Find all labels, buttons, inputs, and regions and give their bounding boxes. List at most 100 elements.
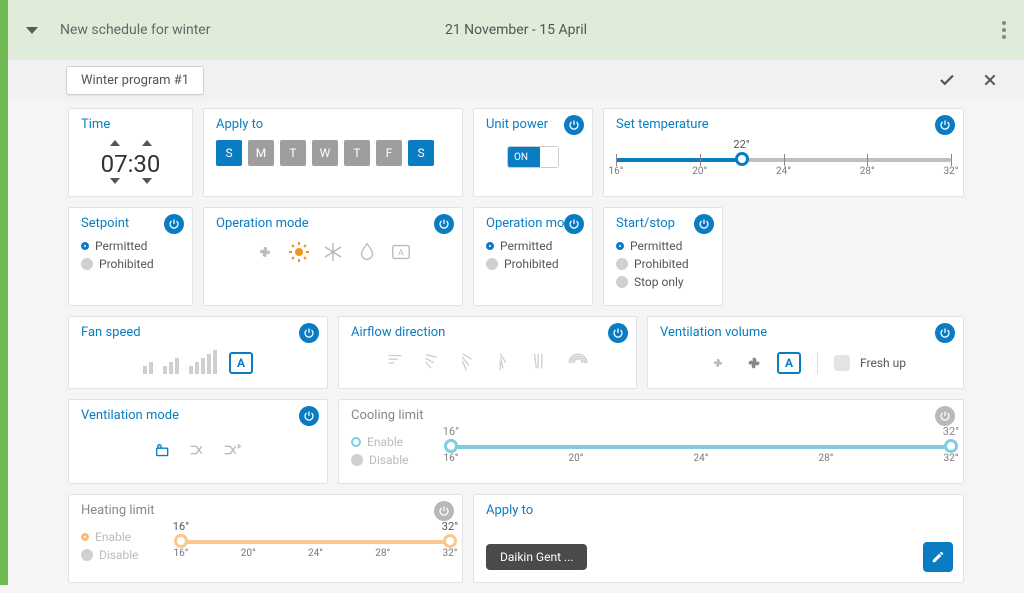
apply-days-title: Apply to — [216, 117, 450, 132]
day-sat[interactable]: S — [408, 140, 434, 166]
day-tue[interactable]: T — [280, 140, 306, 166]
apply-units-title: Apply to — [486, 503, 951, 518]
unit-chip[interactable]: Daikin Gent ... — [486, 544, 587, 570]
fan-auto-icon[interactable]: A — [229, 352, 253, 374]
day-thu[interactable]: T — [344, 140, 370, 166]
setpoint-prohibited[interactable]: Prohibited — [81, 257, 180, 271]
power-icon[interactable] — [694, 214, 714, 234]
op-mode-perm-card: Operation mode Permitted Prohibited — [473, 207, 593, 306]
freshup-label: Fresh up — [860, 356, 906, 370]
heat-mode-icon[interactable] — [286, 239, 312, 265]
min-down-icon[interactable] — [142, 178, 152, 184]
power-icon[interactable] — [434, 214, 454, 234]
unit-power-card: Unit power ON — [473, 108, 593, 197]
set-temp-card: Set temperature 22° 16° 20° 24° 28° 32° — [603, 108, 964, 197]
vent-high-icon[interactable] — [741, 350, 767, 376]
day-fri[interactable]: F — [376, 140, 402, 166]
schedule-title: New schedule for winter — [60, 22, 210, 38]
confirm-button[interactable] — [938, 71, 956, 89]
power-icon[interactable] — [299, 406, 319, 426]
fan-speed-bars[interactable]: A — [81, 350, 315, 374]
power-icon[interactable] — [935, 406, 955, 426]
airflow-title: Airflow direction — [351, 325, 624, 340]
vent-auto-icon[interactable]: A — [777, 352, 801, 374]
heating-limit-card: Heating limit Enable Disable 16° 32° 16°… — [68, 494, 463, 583]
ss-stoponly[interactable]: Stop only — [616, 275, 710, 289]
day-mon[interactable]: M — [248, 140, 274, 166]
cool-thumb-high[interactable] — [944, 439, 958, 453]
time-title: Time — [81, 117, 180, 132]
schedule-date-range: 21 November - 15 April — [445, 22, 587, 38]
power-icon[interactable] — [935, 323, 955, 343]
hour-down-icon[interactable] — [110, 178, 120, 184]
apply-units-card: Apply to Daikin Gent ... — [473, 494, 964, 583]
heating-title: Heating limit — [81, 503, 450, 518]
vent-low-icon[interactable] — [705, 350, 731, 376]
dry-mode-icon[interactable] — [354, 239, 380, 265]
cool-thumb-low[interactable] — [444, 439, 458, 453]
cool-mode-icon[interactable] — [320, 239, 346, 265]
power-icon[interactable] — [164, 214, 184, 234]
program-bar: Winter program #1 — [8, 60, 1024, 100]
freshup-checkbox[interactable] — [834, 355, 850, 371]
op-mode-icons-card: Operation mode A — [203, 207, 463, 306]
set-temp-title: Set temperature — [616, 117, 951, 132]
ss-permitted[interactable]: Permitted — [616, 239, 710, 253]
op-mode-title: Operation mode — [216, 216, 450, 231]
day-wed[interactable]: W — [312, 140, 338, 166]
day-sun[interactable]: S — [216, 140, 242, 166]
time-value: 07:30 — [81, 150, 180, 178]
vent-mode-3-icon[interactable] — [219, 437, 245, 463]
power-icon[interactable] — [299, 323, 319, 343]
vent-mode-1-icon[interactable]: A — [151, 437, 177, 463]
cancel-button[interactable] — [982, 72, 998, 88]
power-icon[interactable] — [935, 115, 955, 135]
cooling-limit-card: Cooling limit Enable Disable 16° 32° 16°… — [338, 399, 964, 484]
toggle-on-label: ON — [508, 147, 540, 167]
fan-speed-title: Fan speed — [81, 325, 315, 340]
program-tab[interactable]: Winter program #1 — [66, 66, 204, 95]
opmode-prohibited[interactable]: Prohibited — [486, 257, 580, 271]
heat-disable[interactable]: Disable — [81, 548, 171, 562]
heat-thumb-high[interactable] — [443, 534, 457, 548]
setpoint-card: Setpoint Permitted Prohibited — [68, 207, 193, 306]
heat-enable[interactable]: Enable — [81, 530, 171, 544]
vent-volume-title: Ventilation volume — [660, 325, 951, 340]
startstop-card: Start/stop Permitted Prohibited Stop onl… — [603, 207, 723, 306]
opmode-permitted[interactable]: Permitted — [486, 239, 580, 253]
hour-up-icon[interactable] — [110, 140, 120, 146]
temp-slider[interactable]: 22° 16° 20° 24° 28° 32° — [616, 144, 951, 178]
cooling-title: Cooling limit — [351, 408, 951, 423]
vent-volume-card: Ventilation volume A Fresh up — [647, 316, 964, 389]
ss-prohibited[interactable]: Prohibited — [616, 257, 710, 271]
heat-thumb-low[interactable] — [174, 534, 188, 548]
power-icon[interactable] — [434, 501, 454, 521]
fan-speed-card: Fan speed A — [68, 316, 328, 389]
cool-disable[interactable]: Disable — [351, 453, 441, 467]
vent-mode-2-icon[interactable] — [185, 437, 211, 463]
cool-enable[interactable]: Enable — [351, 435, 441, 449]
schedule-header: New schedule for winter 21 November - 15… — [8, 0, 1024, 60]
svg-text:A: A — [158, 444, 161, 450]
collapse-arrow-icon[interactable] — [26, 27, 38, 34]
slider-thumb[interactable] — [735, 152, 749, 166]
cool-slider[interactable]: 16° 32° 16° 20° 24° 28° 32° — [451, 431, 951, 465]
min-up-icon[interactable] — [142, 140, 152, 146]
power-icon[interactable] — [564, 115, 584, 135]
vent-mode-card: Ventilation mode A — [68, 399, 328, 484]
power-icon[interactable] — [564, 214, 584, 234]
heat-slider[interactable]: 16° 32° 16° 20° 24° 28° 32° — [181, 526, 450, 560]
power-toggle[interactable]: ON — [507, 146, 559, 168]
setpoint-permitted[interactable]: Permitted — [81, 239, 180, 253]
airflow-icons[interactable] — [351, 350, 624, 376]
auto-mode-icon[interactable]: A — [388, 239, 414, 265]
temp-value: 22° — [733, 138, 749, 151]
power-icon[interactable] — [608, 323, 628, 343]
time-card: Time 07:30 — [68, 108, 193, 197]
edit-button[interactable] — [923, 542, 953, 572]
more-menu-icon[interactable] — [1002, 21, 1006, 39]
apply-days-card: Apply to S M T W T F S — [203, 108, 463, 197]
fan-mode-icon[interactable] — [252, 239, 278, 265]
svg-text:A: A — [398, 249, 404, 259]
vent-mode-title: Ventilation mode — [81, 408, 315, 423]
